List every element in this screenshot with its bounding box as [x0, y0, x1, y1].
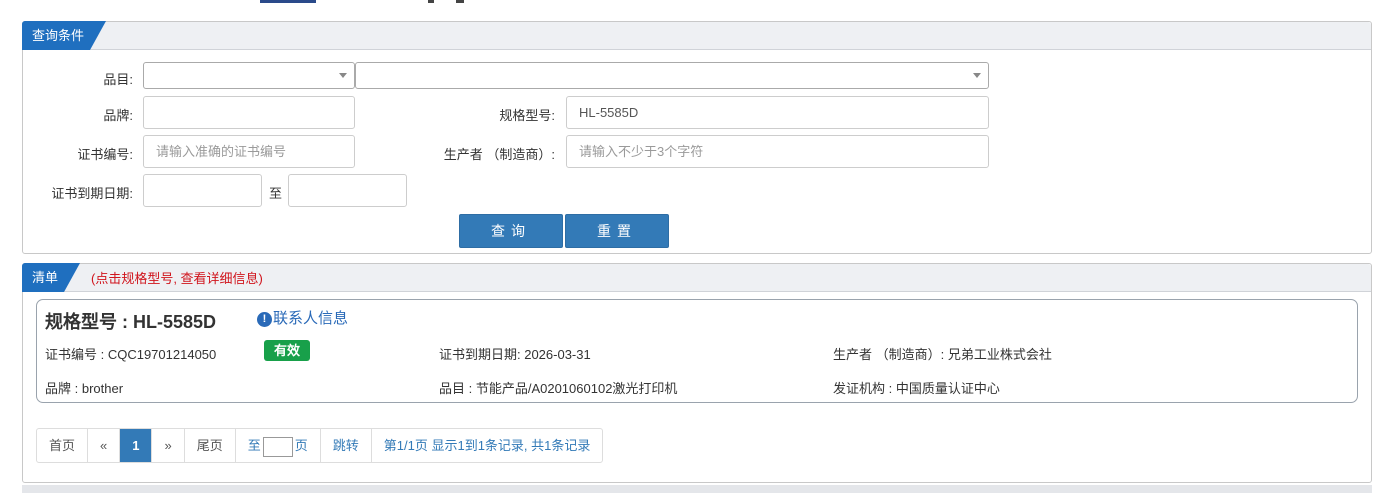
expiry-label: 证书到期日期:: [51, 186, 133, 201]
pagination: 首页 « 1 » 尾页 至页 跳转 第1/1页 显示1到1条记录, 共1条记录: [36, 428, 604, 463]
info-circle-icon: !: [257, 312, 272, 327]
list-panel-header: 清单 (点击规格型号, 查看详细信息): [23, 264, 1371, 292]
result-card: 规格型号 : HL-5585D ! 联系人信息 证书编号 : CQC1970121…: [36, 299, 1358, 403]
issuer-text: 发证机构 : 中国质量认证中心: [833, 381, 1000, 396]
search-button[interactable]: 查询: [459, 214, 563, 248]
category-select-secondary[interactable]: [355, 62, 989, 89]
first-page-button[interactable]: 首页: [37, 429, 89, 462]
jump-button[interactable]: 跳转: [321, 429, 372, 462]
list-panel: 清单 (点击规格型号, 查看详细信息) 规格型号 : HL-5585D ! 联系人…: [22, 263, 1372, 483]
bottom-strip: [22, 485, 1372, 493]
manufacturer-label: 生产者 （制造商）:: [443, 147, 555, 162]
top-strip: [0, 0, 1378, 6]
expiry-end-input[interactable]: [288, 174, 407, 207]
top-mark: [428, 0, 434, 3]
list-tab: 清单: [22, 263, 80, 292]
chevron-down-icon: [973, 73, 981, 78]
model-input[interactable]: HL-5585D: [566, 96, 989, 129]
cert-no-text: 证书编号 : CQC19701214050: [45, 347, 217, 362]
expiry-to-label: 至: [268, 186, 282, 201]
category-label: 品目:: [103, 72, 133, 87]
cert-no-label: 证书编号:: [77, 147, 133, 162]
goto-prefix: 至: [247, 438, 261, 453]
manufacturer-text: 生产者 （制造商）: 兄弟工业株式会社: [833, 347, 1052, 362]
contact-info-label: 联系人信息: [273, 310, 349, 327]
last-page-button[interactable]: 尾页: [185, 429, 236, 462]
manufacturer-input[interactable]: 请输入不少于3个字符: [566, 135, 989, 168]
expiry-text: 证书到期日期: 2026-03-31: [439, 347, 591, 362]
top-tab-indicator: [260, 0, 316, 3]
cert-no-input[interactable]: 请输入准确的证书编号: [143, 135, 355, 168]
category-select-primary[interactable]: [143, 62, 355, 89]
page-1-button[interactable]: 1: [120, 429, 153, 462]
brand-label: 品牌:: [103, 108, 133, 123]
brand-input[interactable]: [143, 96, 355, 129]
query-panel-header: 查询条件: [23, 22, 1371, 50]
prev-page-button[interactable]: «: [88, 429, 121, 462]
model-label: 规格型号:: [499, 108, 555, 123]
page-summary: 第1/1页 显示1到1条记录, 共1条记录: [383, 438, 591, 453]
goto-page-input[interactable]: [262, 436, 293, 457]
expiry-start-input[interactable]: [143, 174, 262, 207]
reset-button[interactable]: 重置: [565, 214, 669, 248]
list-note: (点击规格型号, 查看详细信息): [91, 271, 263, 286]
top-mark: [456, 0, 464, 3]
goto-page: 至页: [236, 429, 321, 462]
goto-suffix: 页: [294, 438, 308, 453]
model-title-link[interactable]: 规格型号 : HL-5585D: [45, 308, 216, 334]
brand-text: 品牌 : brother: [45, 381, 124, 396]
contact-info-link[interactable]: ! 联系人信息: [257, 307, 348, 328]
query-tab: 查询条件: [22, 21, 106, 50]
next-page-button[interactable]: »: [152, 429, 185, 462]
status-badge: 有效: [264, 340, 311, 361]
chevron-down-icon: [339, 73, 347, 78]
query-panel: 查询条件 品目: 品牌: 规格型号: HL-5585D 证书编号: 请输入准确的…: [22, 21, 1372, 254]
category-text: 品目 : 节能产品/A0201060102激光打印机: [439, 381, 678, 396]
